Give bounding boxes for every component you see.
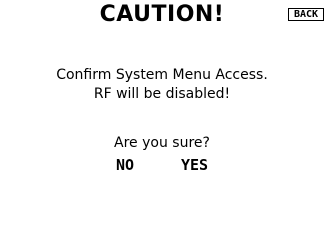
confirm-question: Are you sure? bbox=[114, 135, 210, 151]
rf-warning-message: RF will be disabled! bbox=[93, 86, 231, 102]
caution-dialog: CAUTION! BACK Confirm System Menu Access… bbox=[0, 0, 324, 246]
back-button[interactable]: BACK bbox=[288, 8, 324, 21]
no-button[interactable]: NO bbox=[116, 156, 134, 174]
yes-button[interactable]: YES bbox=[181, 156, 208, 174]
dialog-title: CAUTION! bbox=[99, 2, 225, 27]
confirm-message: Confirm System Menu Access. bbox=[56, 67, 268, 83]
